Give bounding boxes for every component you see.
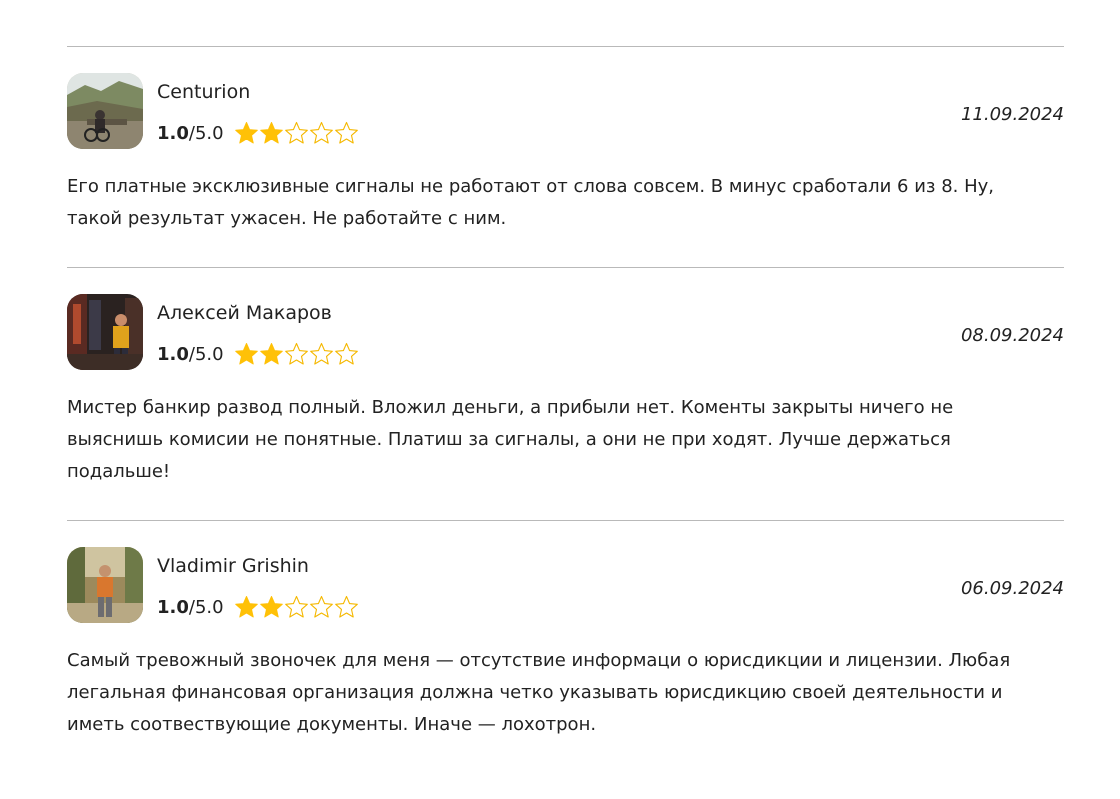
review-rating: 1.0 /5.0 [157,594,359,620]
rating-value: 1.0 [157,596,189,618]
review-header: Vladimir Grishin 1.0 /5.0 06.09.2024 [67,547,1064,623]
star-empty-icon [334,342,358,365]
review-header: Centurion 1.0 /5.0 11.09.2024 [67,73,1064,149]
star-filled-icon [259,122,283,144]
star-filled-icon [234,343,258,365]
review-item: Centurion 1.0 /5.0 11.09.2024 Его платны… [67,46,1064,267]
reviews-list: Centurion 1.0 /5.0 11.09.2024 Его платны… [67,46,1064,781]
star-empty-icon [309,342,333,365]
rating-stars [234,121,359,145]
review-rating: 1.0 /5.0 [157,341,359,367]
rating-max: /5.0 [188,122,224,144]
star-empty-icon [309,595,333,618]
avatar[interactable] [67,294,143,370]
rating-max: /5.0 [188,343,224,365]
star-filled-icon [259,596,283,618]
star-filled-icon [234,122,258,144]
review-date: 06.09.2024 [960,578,1064,599]
avatar[interactable] [67,73,143,149]
review-item: Алексей Макаров 1.0 /5.0 08.09.2024 Мист… [67,267,1064,520]
review-author: Алексей Макаров [157,302,332,324]
avatar[interactable] [67,547,143,623]
star-empty-icon [284,121,308,144]
review-text: Самый тревожный звоночек для меня — отсу… [67,650,1011,735]
star-empty-icon [334,121,358,144]
star-empty-icon [309,121,333,144]
star-filled-icon [259,343,283,365]
review-author: Centurion [157,81,251,103]
review-item: Vladimir Grishin 1.0 /5.0 06.09.2024 Сам… [67,520,1064,781]
review-text: Его платные эксклюзивные сигналы не рабо… [67,176,995,229]
star-empty-icon [284,342,308,365]
star-empty-icon [334,595,358,618]
review-author: Vladimir Grishin [157,555,309,577]
star-filled-icon [234,596,258,618]
rating-value: 1.0 [157,122,189,144]
review-text: Мистер банкир развод полный. Вложил день… [67,397,954,482]
review-rating: 1.0 /5.0 [157,120,359,146]
review-date: 08.09.2024 [960,325,1064,346]
review-date: 11.09.2024 [960,104,1064,125]
rating-max: /5.0 [188,596,224,618]
review-header: Алексей Макаров 1.0 /5.0 08.09.2024 [67,294,1064,370]
rating-stars [234,595,359,619]
rating-value: 1.0 [157,343,189,365]
star-empty-icon [284,595,308,618]
rating-stars [234,342,359,366]
